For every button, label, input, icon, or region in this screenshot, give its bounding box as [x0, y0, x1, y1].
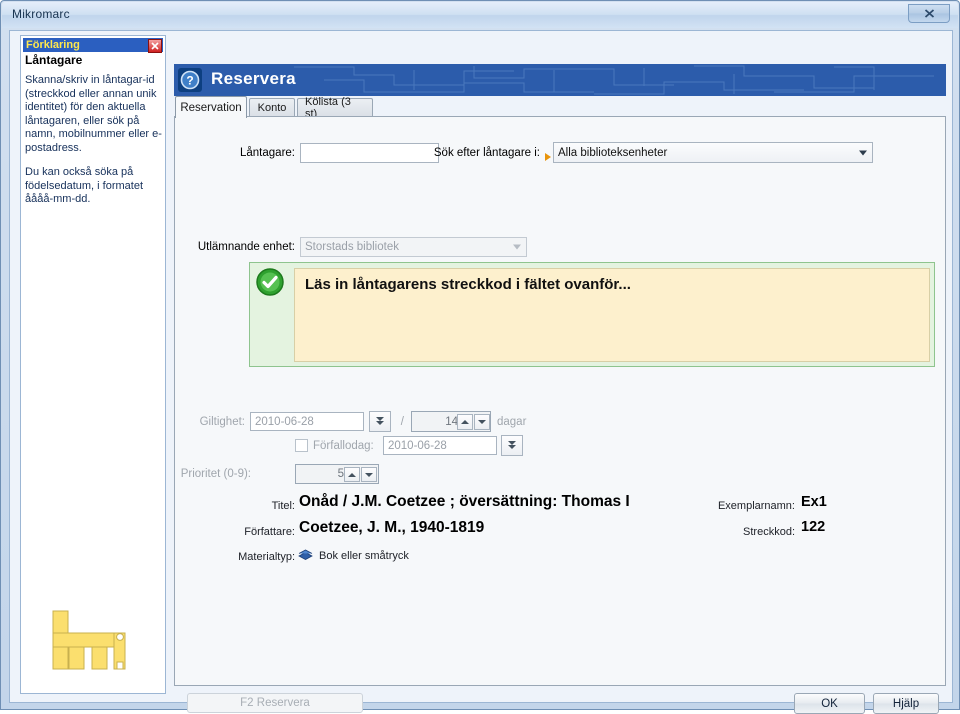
- days-decrement-button[interactable]: [474, 414, 490, 430]
- chevron-down-icon: [365, 472, 373, 477]
- title-label: Titel:: [271, 500, 295, 512]
- tab-strip: Reservation Konto Kölista (3 st): [174, 96, 946, 120]
- svg-text:?: ?: [186, 74, 193, 88]
- chevron-down-icon: [859, 150, 867, 155]
- reserve-button[interactable]: F2 Reservera: [187, 693, 363, 713]
- priority-increment-button[interactable]: [344, 467, 360, 482]
- days-spinner[interactable]: 14: [411, 411, 491, 432]
- page-title: Reservera: [211, 69, 296, 88]
- status-message-text: Läs in låntagarens streckkod i fältet ov…: [305, 276, 631, 293]
- tab-kolista[interactable]: Kölista (3 st): [297, 96, 373, 120]
- chevron-up-icon: [461, 420, 469, 424]
- copy-name-value: Ex1: [801, 494, 827, 510]
- window-titlebar: Mikromarc: [2, 2, 958, 28]
- priority-spinner[interactable]: 5: [295, 464, 379, 484]
- window-title: Mikromarc: [12, 7, 70, 21]
- help-panel: Förklaring Låntagare Skanna/skriv in lån…: [20, 35, 166, 694]
- author-value: Coetzee, J. M., 1940-1819: [299, 519, 485, 536]
- question-mark-icon: ?: [180, 70, 200, 90]
- borrower-input[interactable]: [300, 143, 439, 163]
- mikromarc-logo-icon: [52, 610, 126, 670]
- priority-label: Prioritet (0-9):: [180, 468, 251, 480]
- title-value: Onåd / J.M. Coetzee ; översättning: Thom…: [299, 493, 630, 510]
- help-paragraph: Du kan också söka på födelsedatum, i for…: [25, 166, 144, 205]
- ok-button[interactable]: OK: [794, 693, 865, 714]
- tab-label: Konto: [257, 102, 287, 114]
- days-suffix-label: dagar: [497, 416, 527, 428]
- expiry-date-input[interactable]: 2010-06-28: [383, 436, 497, 455]
- search-scope-dropdown[interactable]: Alla biblioteksenheter: [553, 142, 873, 163]
- banner-help-icon-container[interactable]: ?: [178, 68, 202, 92]
- book-icon: [298, 549, 313, 560]
- tab-konto[interactable]: Konto: [249, 98, 295, 117]
- status-message-box: Läs in låntagarens streckkod i fältet ov…: [249, 262, 935, 367]
- tab-reservation[interactable]: Reservation: [175, 96, 247, 118]
- validity-label: Giltighet:: [199, 416, 245, 428]
- validity-date-picker-button[interactable]: [369, 411, 391, 432]
- help-panel-close-button[interactable]: [148, 39, 162, 53]
- window-close-button[interactable]: [908, 4, 950, 23]
- page-banner: ? Reservera: [174, 64, 946, 96]
- expiry-checkbox[interactable]: [295, 439, 308, 452]
- chevron-up-icon: [348, 472, 356, 477]
- double-chevron-down-icon: [375, 416, 386, 427]
- search-in-label: Sök efter låntagare i:: [433, 147, 540, 159]
- help-button-label: Hjälp: [892, 697, 920, 710]
- author-label: Författare:: [244, 526, 295, 538]
- content-panel: ? Reservera Reservation Konto Kölista (3…: [174, 35, 946, 714]
- double-chevron-down-icon: [507, 440, 518, 451]
- ok-button-label: OK: [821, 697, 838, 710]
- orange-pointer-icon: [545, 153, 551, 161]
- help-panel-subtitle: Låntagare: [25, 53, 83, 67]
- application-window: Mikromarc Förklaring Låntagare Skanna/sk…: [0, 0, 960, 714]
- barcode-value: 122: [801, 519, 826, 535]
- expiry-label: Förfallodag:: [313, 440, 374, 452]
- help-panel-title: Förklaring: [26, 39, 80, 51]
- priority-decrement-button[interactable]: [361, 467, 377, 482]
- days-increment-button[interactable]: [457, 414, 473, 430]
- tab-label: Reservation: [180, 101, 242, 114]
- help-panel-body: Skanna/skriv in låntagar-id (streckkod e…: [25, 74, 163, 218]
- help-paragraph: Skanna/skriv in låntagar-id (streckkod e…: [25, 74, 162, 154]
- help-button[interactable]: Hjälp: [873, 693, 939, 714]
- close-icon: [924, 9, 934, 18]
- status-message-content: Läs in låntagarens streckkod i fältet ov…: [294, 268, 930, 362]
- validity-date-input[interactable]: 2010-06-28: [250, 412, 364, 431]
- chevron-down-icon: [478, 420, 486, 424]
- barcode-label: Streckkod:: [743, 526, 795, 538]
- client-area: Förklaring Låntagare Skanna/skriv in lån…: [9, 30, 953, 714]
- logo-container: [21, 601, 165, 681]
- pickup-unit-value: Storstads bibliotek: [305, 241, 399, 253]
- reservation-panel: Låntagare: Sök efter låntagare i: Alla b…: [174, 116, 946, 686]
- pickup-unit-label: Utlämnande enhet:: [197, 241, 295, 253]
- search-scope-value: Alla biblioteksenheter: [558, 146, 668, 159]
- chevron-down-icon: [513, 244, 521, 250]
- copy-name-label: Exemplarnamn:: [717, 500, 795, 512]
- expiry-date-picker-button[interactable]: [501, 435, 523, 456]
- material-type-value: Bok eller småtryck: [319, 550, 409, 562]
- close-icon: [151, 42, 159, 50]
- reserve-button-label: F2 Reservera: [240, 697, 310, 709]
- material-type-label: Materialtyp:: [238, 551, 295, 563]
- validity-separator: /: [400, 416, 404, 428]
- pickup-unit-dropdown[interactable]: Storstads bibliotek: [300, 237, 527, 257]
- help-panel-header: Förklaring: [23, 38, 163, 53]
- borrower-label: Låntagare:: [240, 147, 295, 159]
- green-check-icon: [256, 268, 284, 296]
